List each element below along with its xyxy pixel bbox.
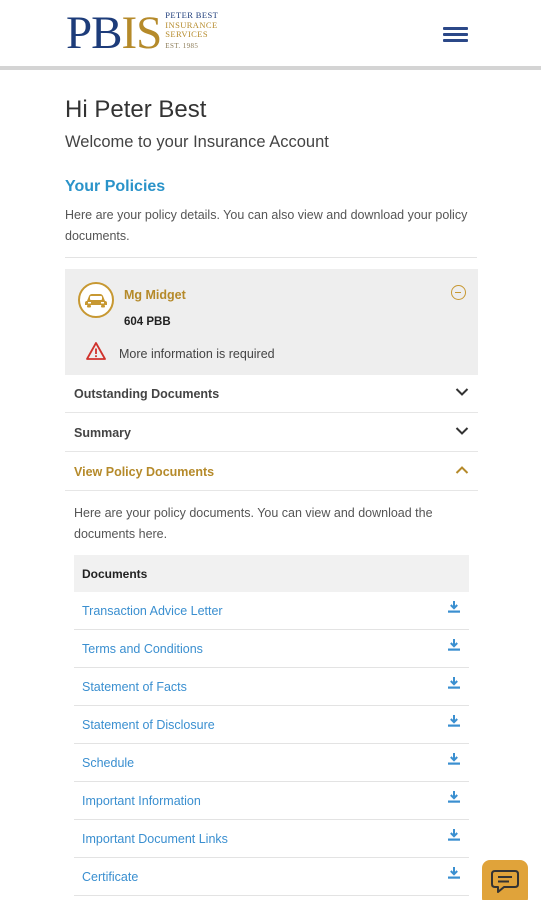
document-link-statement-of-disclosure[interactable]: Statement of Disclosure (82, 718, 215, 732)
hamburger-menu-icon[interactable] (443, 26, 469, 44)
document-link-important-document-links[interactable]: Important Document Links (82, 832, 228, 846)
accordion-label: Summary (74, 426, 131, 440)
logo-mark-pb: PB (66, 7, 122, 59)
download-icon[interactable] (447, 828, 461, 842)
welcome-subtitle: Welcome to your Insurance Account (65, 133, 329, 151)
minus-circle-icon[interactable] (451, 285, 466, 300)
document-link-terms-and-conditions[interactable]: Terms and Conditions (82, 642, 203, 656)
app-header: PBIS PETER BEST INSURANCE SERVICES EST. … (0, 0, 541, 67)
policy-card[interactable]: Mg Midget 604 PBB More information is re… (65, 269, 478, 375)
document-row: Important Information (74, 782, 469, 820)
accordion-view-policy-documents[interactable]: View Policy Documents (65, 453, 478, 491)
download-icon[interactable] (447, 790, 461, 804)
document-row: Terms and Conditions (74, 630, 469, 668)
logo-wordmark: PETER BEST INSURANCE SERVICES EST. 1985 (165, 10, 218, 51)
download-icon[interactable] (447, 676, 461, 690)
document-link-statement-of-facts[interactable]: Statement of Facts (82, 680, 187, 694)
download-icon[interactable] (447, 714, 461, 728)
chevron-down-icon (455, 427, 469, 435)
download-icon[interactable] (447, 638, 461, 652)
documents-column-header: Documents (82, 567, 148, 581)
document-link-transaction-advice-letter[interactable]: Transaction Advice Letter (82, 604, 223, 618)
document-row: Statement of Disclosure (74, 706, 469, 744)
chevron-up-icon (455, 466, 469, 474)
download-icon[interactable] (447, 752, 461, 766)
document-row: Important Document Links (74, 820, 469, 858)
your-policies-description: Here are your policy details. You can al… (65, 208, 468, 243)
warning-message: More information is required (119, 347, 275, 361)
accordion-summary[interactable]: Summary (65, 414, 478, 452)
car-icon (78, 282, 114, 318)
warning-icon (86, 342, 106, 365)
document-link-schedule[interactable]: Schedule (82, 756, 134, 770)
header-divider (0, 66, 541, 70)
section-divider (65, 257, 477, 258)
chat-button[interactable] (482, 860, 528, 900)
greeting-title: Hi Peter Best (65, 96, 207, 123)
logo-line-4: EST. 1985 (165, 41, 199, 50)
accordion-outstanding-documents[interactable]: Outstanding Documents (65, 375, 478, 413)
logo-mark-is: IS (121, 7, 163, 59)
documents-intro: Here are your policy documents. You can … (74, 506, 433, 541)
download-icon[interactable] (447, 866, 461, 880)
policy-registration: 604 PBB (124, 316, 171, 328)
pbis-logo[interactable]: PBIS PETER BEST INSURANCE SERVICES EST. … (66, 7, 218, 59)
policy-vehicle-name: Mg Midget (124, 288, 186, 302)
document-link-certificate[interactable]: Certificate (82, 870, 138, 884)
chevron-down-icon (455, 388, 469, 396)
accordion-label: Outstanding Documents (74, 387, 220, 401)
document-row: Certificate (74, 858, 469, 896)
documents-table-header: Documents (74, 555, 469, 592)
document-row: Schedule (74, 744, 469, 782)
logo-line-3: SERVICES (165, 29, 208, 39)
download-icon[interactable] (447, 600, 461, 614)
document-row: Statement of Facts (74, 668, 469, 706)
document-link-important-information[interactable]: Important Information (82, 794, 201, 808)
chat-bubble-icon (491, 870, 519, 893)
document-row: Transaction Advice Letter (74, 592, 469, 630)
accordion-label: View Policy Documents (74, 465, 215, 479)
your-policies-heading: Your Policies (65, 178, 166, 195)
logo-mark: PBIS (66, 7, 163, 59)
